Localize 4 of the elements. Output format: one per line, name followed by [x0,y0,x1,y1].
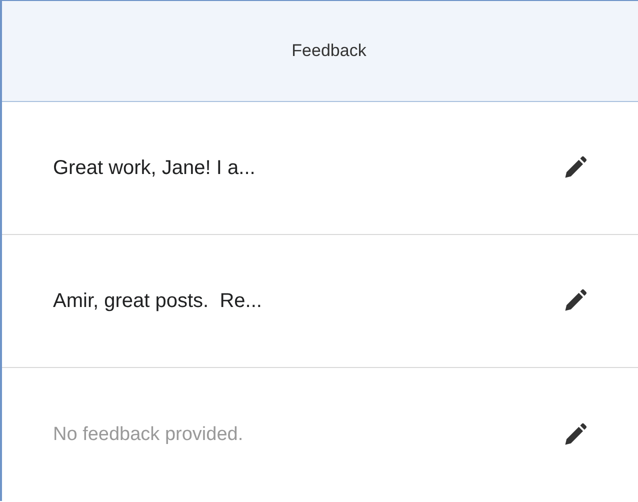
feedback-text: Great work, Jane! I a... [53,156,256,180]
feedback-text: Amir, great posts. Re... [53,290,262,312]
column-title: Feedback [290,41,366,61]
feedback-text: No feedback provided. [53,424,244,446]
